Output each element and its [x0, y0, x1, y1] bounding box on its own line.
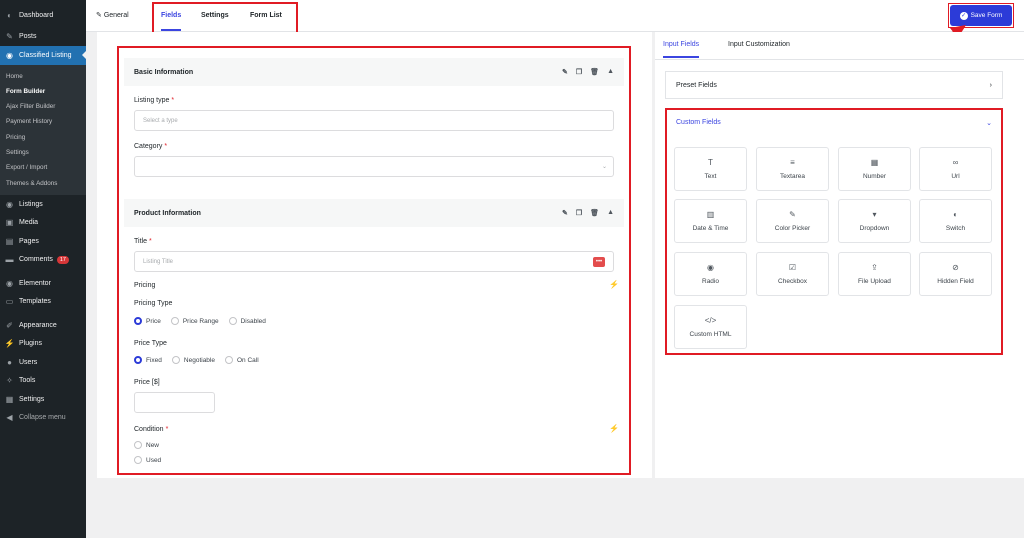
- submenu-themes-addons[interactable]: Themes & Addons: [0, 176, 86, 191]
- sidebar-item-media[interactable]: ▣ Media: [0, 213, 86, 232]
- folder-icon: ▭: [5, 297, 14, 307]
- sidebar-item-label: Plugins: [19, 340, 42, 348]
- sidebar-item-comments[interactable]: ▬ Comments 17: [0, 250, 86, 269]
- sidebar-item-label: Tools: [19, 377, 36, 385]
- collapse-icon: ◀: [6, 413, 13, 423]
- sidebar-item-label: Elementor: [19, 279, 51, 287]
- submenu-pricing[interactable]: Pricing: [0, 130, 86, 145]
- pages-icon: ▤: [5, 236, 14, 246]
- sidebar-submenu: Home Form Builder Ajax Filter Builder Pa…: [0, 64, 86, 195]
- sidebar-item-label: Appearance: [19, 321, 57, 329]
- sidebar-item-templates[interactable]: ▭ Templates: [0, 292, 86, 311]
- preset-fields-panel[interactable]: Preset Fields ›: [665, 71, 1003, 99]
- custom-fields-highlight-box: [665, 108, 1003, 355]
- wrench-icon: ✧: [6, 376, 13, 386]
- general-title[interactable]: ✎ General: [96, 0, 129, 32]
- sidebar-item-label: Templates: [19, 298, 51, 306]
- pencil-icon: ✎: [96, 12, 104, 19]
- media-icon: ▣: [5, 218, 14, 228]
- dashboard-icon: ◐: [7, 10, 12, 20]
- sidebar-item-label: Settings: [19, 395, 45, 403]
- sidebar-item-label: Comments: [19, 256, 53, 264]
- sidebar-item-label: Collapse menu: [19, 414, 66, 422]
- sidebar-item-posts[interactable]: ✎ Posts: [0, 28, 86, 47]
- location-icon: ◉: [6, 50, 13, 60]
- comment-icon: ▬: [5, 255, 14, 265]
- sidebar-item-collapse[interactable]: ◀ Collapse menu: [0, 408, 86, 427]
- submenu-export-import[interactable]: Export / Import: [0, 160, 86, 175]
- sidebar-item-appearance[interactable]: ✐ Appearance: [0, 316, 86, 335]
- sidebar-item-plugins[interactable]: ⚡ Plugins: [0, 334, 86, 353]
- sidebar-item-label: Classified Listing: [19, 51, 72, 59]
- sidebar-item-elementor[interactable]: ◉ Elementor: [0, 274, 86, 293]
- pin-icon: ✎: [6, 32, 13, 42]
- sidebar-item-dashboard[interactable]: ◐ Dashboard: [0, 6, 86, 25]
- sidebar-item-settings[interactable]: ▦ Settings: [0, 390, 86, 409]
- submenu-home[interactable]: Home: [0, 69, 86, 84]
- settings-icon: ▦: [5, 394, 14, 404]
- tab-input-fields[interactable]: Input Fields: [663, 32, 700, 58]
- tab-input-customization[interactable]: Input Customization: [728, 32, 790, 58]
- sidebar-item-label: Users: [19, 358, 38, 366]
- sidebar-item-listings[interactable]: ◉ Listings: [0, 195, 86, 214]
- sidebar-item-label: Pages: [19, 237, 39, 245]
- sidebar-item-tools[interactable]: ✧ Tools: [0, 371, 86, 390]
- submenu-ajax-filter-builder[interactable]: Ajax Filter Builder: [0, 99, 86, 114]
- location-icon: ◉: [6, 199, 13, 209]
- preset-title: Preset Fields: [676, 81, 717, 89]
- form-highlight-box: [117, 46, 631, 475]
- tabs-highlight-box: [152, 2, 298, 35]
- elementor-icon: ◉: [6, 278, 13, 288]
- sidebar-item-label: Posts: [19, 33, 37, 41]
- submenu-payment-history[interactable]: Payment History: [0, 114, 86, 129]
- general-label: General: [103, 12, 129, 19]
- submenu-form-builder[interactable]: Form Builder: [0, 84, 86, 99]
- admin-sidebar: ◐ Dashboard ✎ Posts ◉ Classified Listing Ho…: [0, 0, 86, 538]
- user-icon: ●: [7, 357, 12, 367]
- plug-icon: ⚡: [4, 339, 15, 349]
- tab-divider: [655, 59, 1024, 60]
- submenu-settings[interactable]: Settings: [0, 145, 86, 160]
- sidebar-item-classified-listing[interactable]: ◉ Classified Listing: [0, 46, 86, 65]
- chevron-right-icon: ›: [989, 81, 992, 89]
- sidebar-item-label: Dashboard: [19, 11, 54, 19]
- sidebar-item-pages[interactable]: ▤ Pages: [0, 232, 86, 251]
- sidebar-item-users[interactable]: ● Users: [0, 353, 86, 372]
- sidebar-item-label: Media: [19, 219, 39, 227]
- sidebar-item-label: Listings: [19, 200, 43, 208]
- comment-count-badge: 17: [56, 255, 69, 264]
- brush-icon: ✐: [6, 320, 13, 330]
